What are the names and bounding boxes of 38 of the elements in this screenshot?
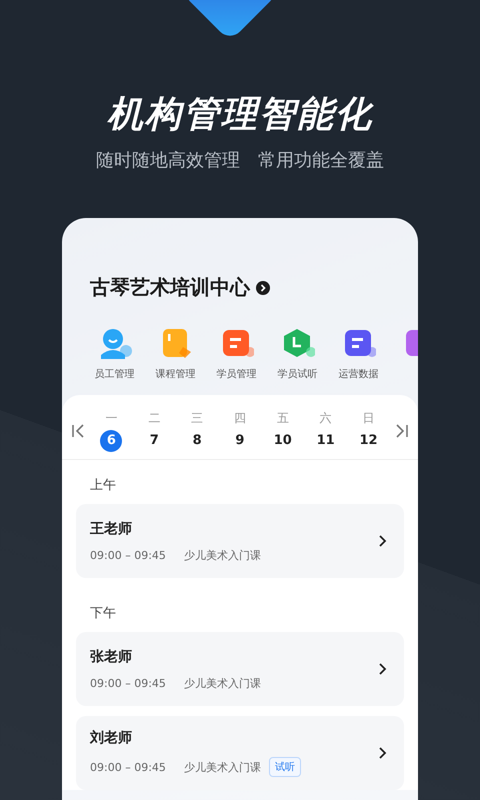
date-button[interactable]: 12	[357, 430, 380, 452]
subheadline: 随时随地高效管理	[96, 149, 240, 172]
teacher-name: 刘老师	[90, 729, 133, 747]
organization-name[interactable]: 古琴艺术培训中心	[90, 274, 250, 301]
section-heading: 上午	[89, 477, 117, 495]
weekday-label: 六	[320, 410, 332, 427]
date-button[interactable]: 9	[228, 430, 251, 452]
shortcut-label[interactable]: 员工管理	[94, 367, 134, 381]
weekday-label: 二	[148, 410, 160, 427]
weekday-label: 五	[276, 410, 289, 427]
lesson-card[interactable]: 王老师 09:00 – 09:45 少儿美术入门课	[76, 504, 404, 578]
shortcut-label[interactable]: 学员试听	[278, 367, 318, 381]
date-button[interactable]: 7	[143, 430, 166, 452]
lesson-time: 09:00 – 09:45	[90, 676, 166, 690]
date-button[interactable]: 6	[100, 430, 122, 452]
lesson-card[interactable]: 张老师 09:00 – 09:45 少儿美术入门课	[76, 632, 404, 706]
teacher-name: 张老师	[90, 648, 133, 666]
teacher-name: 王老师	[90, 520, 133, 538]
weekday-label: 一	[105, 410, 118, 427]
weekday-label: 三	[191, 410, 204, 427]
trial-tag: 试听	[268, 757, 301, 777]
date-button[interactable]: 11	[314, 430, 337, 452]
date-button[interactable]: 8	[186, 430, 208, 452]
shortcut-label[interactable]: 学员管理	[216, 367, 256, 381]
lesson-card[interactable]: 刘老师 09:00 – 09:45 少儿美术入门课 试听	[76, 716, 404, 790]
weekday-label: 日	[362, 410, 374, 427]
date-button[interactable]: 10	[272, 430, 294, 452]
course-name: 少儿美术入门课	[184, 676, 261, 690]
weekday-label: 四	[234, 410, 246, 427]
shortcut-label[interactable]: 运营数据	[338, 367, 378, 381]
lesson-time: 09:00 – 09:45	[90, 760, 166, 774]
course-name: 少儿美术入门课	[184, 760, 261, 774]
section-heading: 下午	[89, 605, 117, 623]
course-name: 少儿美术入门课	[184, 548, 261, 562]
headline: 机构管理智能化	[106, 93, 375, 137]
shortcut-label[interactable]: 课程管理	[156, 367, 196, 381]
subheadline: 常用功能全覆盖	[258, 149, 384, 172]
lesson-time: 09:00 – 09:45	[90, 548, 166, 562]
